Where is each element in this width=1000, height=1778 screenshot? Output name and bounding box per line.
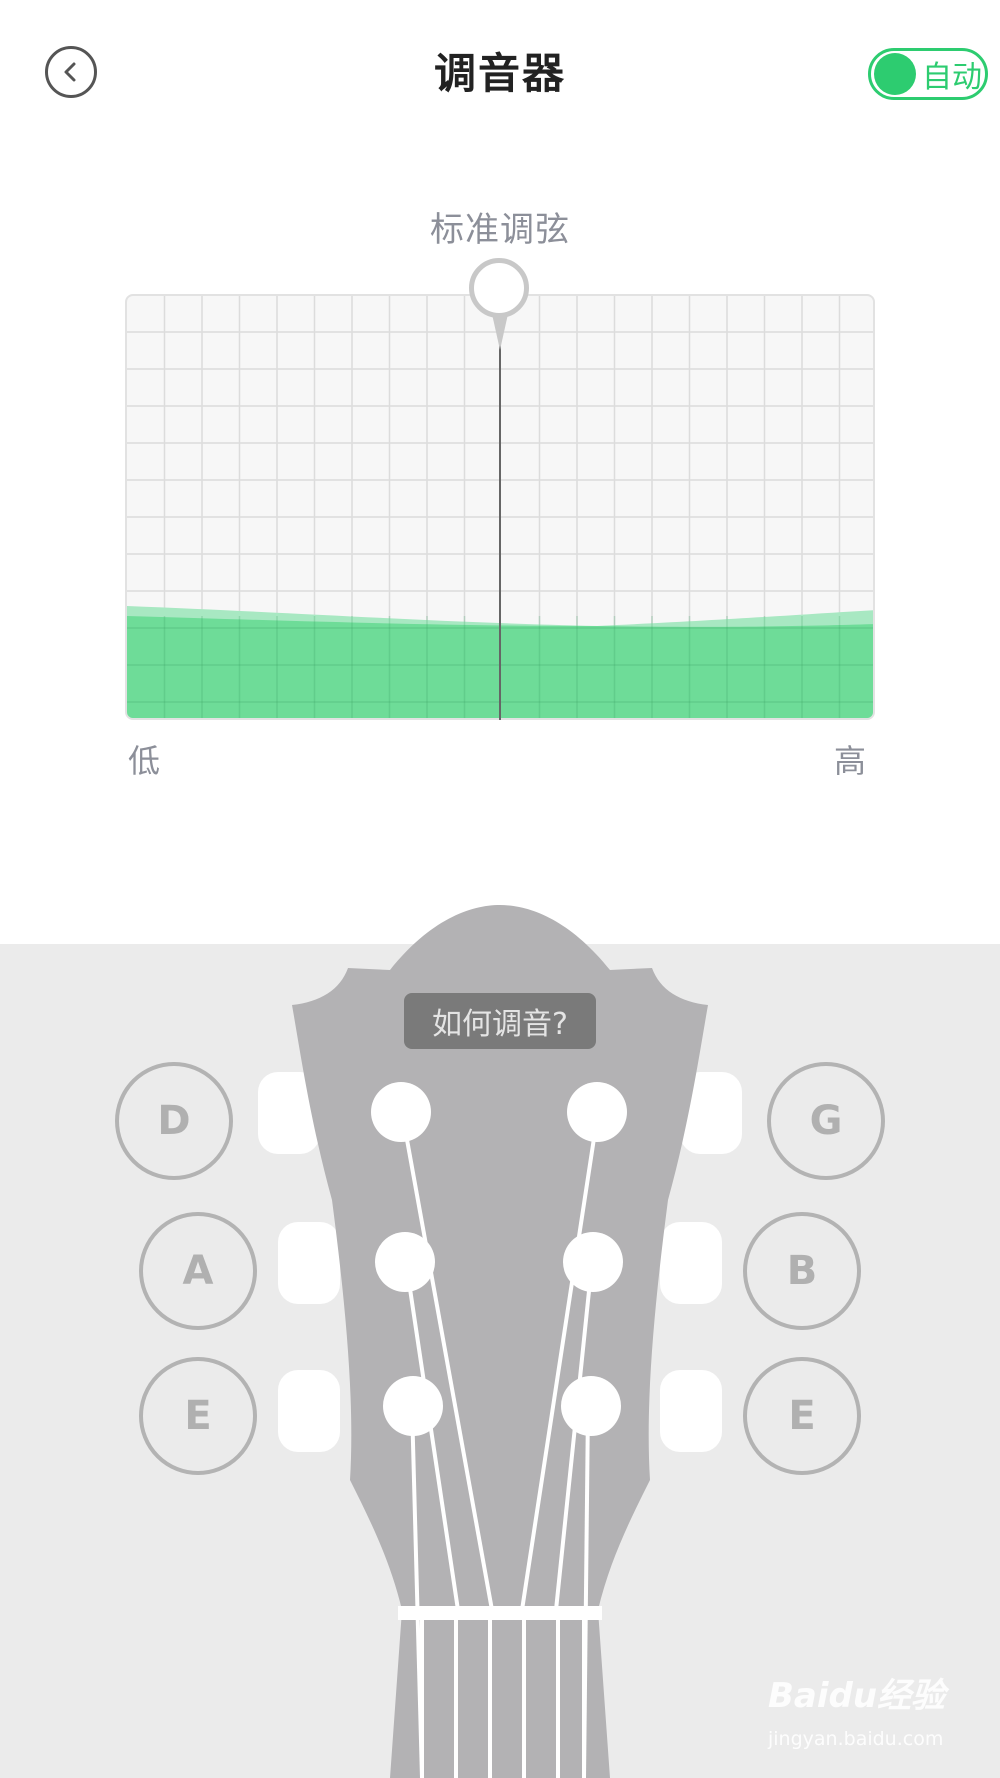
watermark-url: jingyan.baidu.com [768,1728,944,1750]
guitar-headstock [258,905,742,1778]
string-button-d[interactable]: D [115,1062,233,1180]
string-button-high-e[interactable]: E [743,1357,861,1475]
string-button-low-e[interactable]: E [139,1357,257,1475]
string-button-g[interactable]: G [767,1062,885,1180]
string-button-b[interactable]: B [743,1212,861,1330]
how-to-tune-button[interactable]: 如何调音? [404,993,596,1049]
watermark-logo: Baidu经验 [768,1676,946,1716]
string-button-a[interactable]: A [139,1212,257,1330]
